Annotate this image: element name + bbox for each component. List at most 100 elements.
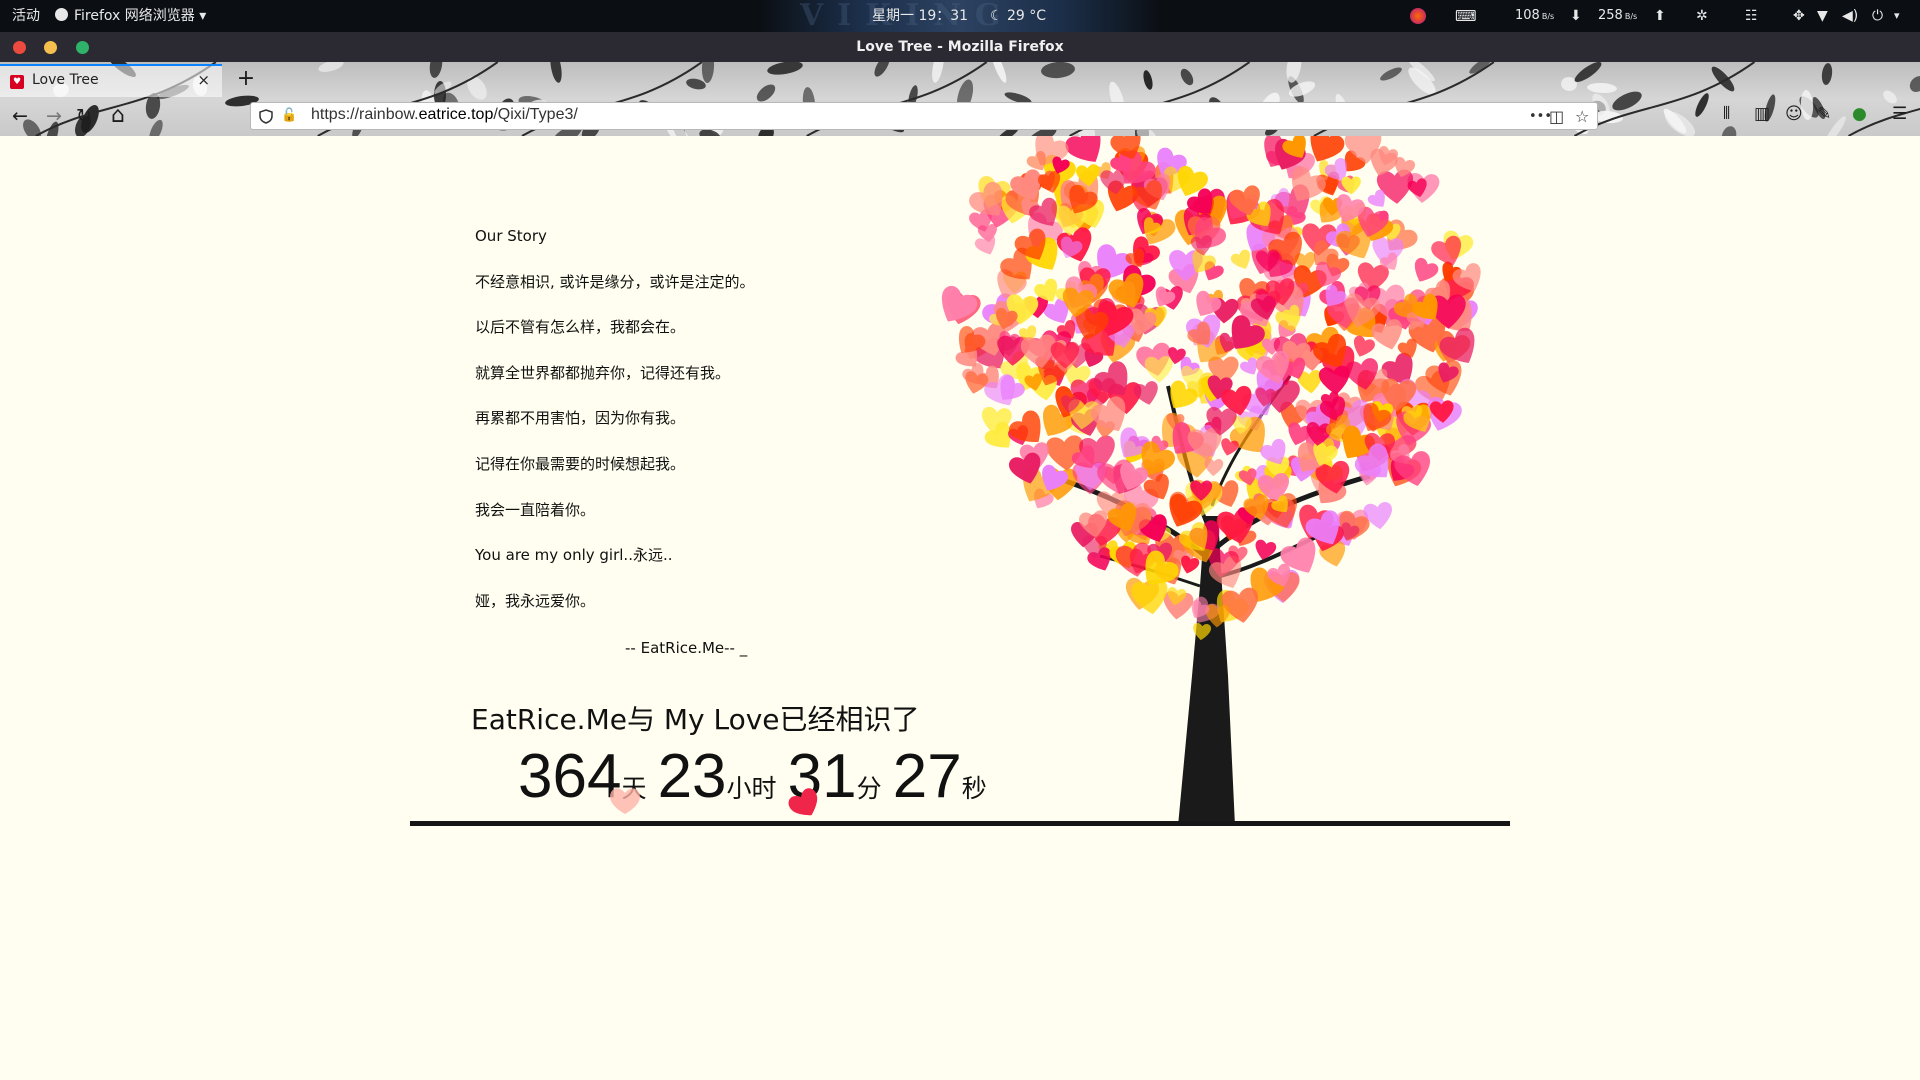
story-line: 我会一直陪着你。 xyxy=(475,500,596,519)
theme-leaf xyxy=(318,62,344,72)
seconds-unit: 秒 xyxy=(961,774,987,803)
hamburger-menu-icon[interactable]: ☰ xyxy=(1892,104,1907,124)
story-text: Our Story 不经意相识, 或许是缘分，或许是注定的。 以后不管有怎么样，… xyxy=(475,226,755,636)
power-icon[interactable]: ⏻ xyxy=(1872,0,1883,32)
heart-leaf xyxy=(1318,365,1350,395)
flame-app-icon[interactable] xyxy=(1410,8,1426,24)
url-domain: eatrice.top xyxy=(418,106,494,123)
theme-leaf xyxy=(991,62,1007,83)
chevron-down-icon: ▾ xyxy=(194,8,207,24)
close-tab-icon[interactable]: × xyxy=(197,71,210,89)
story-line: 就算全世界都都抛弃你，记得还有我。 xyxy=(475,363,731,382)
theme-leaf xyxy=(550,62,562,83)
chevron-down-icon[interactable]: ▾ xyxy=(1894,0,1900,32)
tab-love-tree[interactable]: ♥ Love Tree × xyxy=(0,64,222,97)
system-top-bar: VIKING 活动 Firefox 网络浏览器 ▾ 星期一 19：31 ☾ 29… xyxy=(0,0,1920,32)
net-down-value: 108 xyxy=(1515,8,1540,23)
net-up-unit: B/s xyxy=(1624,12,1638,21)
heart-leaf xyxy=(1414,257,1439,282)
theme-leaf xyxy=(1721,126,1737,136)
extension-icon[interactable]: ✲ xyxy=(1696,0,1708,32)
theme-leaf xyxy=(1587,82,1617,94)
love-counter: 364天 23小时 31分 27秒 xyxy=(518,741,993,812)
heart-leaf xyxy=(1204,458,1224,476)
net-down-unit: B/s xyxy=(1541,12,1555,21)
window-title: Love Tree - Mozilla Firefox xyxy=(856,39,1064,55)
url-text[interactable]: https://rainbow.eatrice.top/Qixi/Type3/ xyxy=(311,106,578,124)
tracking-shield-icon[interactable] xyxy=(259,109,273,124)
story-line: 娅，我永远爱你。 xyxy=(475,591,596,610)
seconds-value: 27 xyxy=(892,742,962,811)
addon-badge-icon[interactable]: ● xyxy=(1852,104,1867,124)
theme-leaf xyxy=(1286,62,1302,83)
theme-leaf xyxy=(1180,68,1194,86)
page-content: Our Story 不经意相识, 或许是缘分，或许是注定的。 以后不管有怎么样，… xyxy=(0,136,1920,1080)
heart-leaf xyxy=(974,234,996,255)
firefox-icon xyxy=(55,8,68,21)
heart-leaf xyxy=(1230,249,1251,269)
activities-button[interactable]: 活动 xyxy=(12,0,40,32)
bookmark-star-icon[interactable]: ☆ xyxy=(1575,107,1589,126)
theme-leaf xyxy=(701,62,715,83)
keyboard-icon[interactable]: ⌨ xyxy=(1455,0,1477,32)
volume-icon[interactable]: ◀) xyxy=(1842,0,1858,32)
arrow-down-icon: ⬇ xyxy=(1570,8,1582,24)
theme-leaf xyxy=(1380,67,1402,81)
favicon-icon: ♥ xyxy=(10,75,24,89)
theme-leaf xyxy=(1821,63,1833,85)
theme-leaf xyxy=(1711,66,1735,92)
pocket-icon[interactable]: ◫ xyxy=(1549,107,1564,126)
insecure-lock-icon[interactable]: 🔓 xyxy=(281,108,297,123)
moon-icon: ☾ xyxy=(990,8,1008,24)
arrow-up-icon: ⬆ xyxy=(1654,8,1666,24)
theme-leaf xyxy=(1909,76,1920,92)
tab-title: Love Tree xyxy=(32,72,99,88)
menu-icon[interactable]: ☷ xyxy=(1745,0,1758,32)
theme-leaf xyxy=(874,62,890,77)
days-unit: 天 xyxy=(621,774,647,803)
sidebar-icon[interactable]: ▥ xyxy=(1754,104,1770,124)
new-tab-button[interactable]: + xyxy=(232,64,260,94)
minutes-value: 31 xyxy=(787,742,857,811)
counter-title: EatRice.Me与 My Love已经相识了 xyxy=(471,703,920,736)
days-value: 364 xyxy=(518,742,622,811)
minutes-unit: 分 xyxy=(856,774,882,803)
theme-leaf xyxy=(1041,62,1075,79)
story-heading: Our Story xyxy=(475,227,547,245)
net-down-speed: 108 B/s xyxy=(1515,0,1554,32)
theme-leaf xyxy=(149,119,163,136)
net-up-speed: 258 B/s xyxy=(1598,0,1637,32)
app-menu-label: Firefox 网络浏览器 xyxy=(74,8,195,24)
hours-unit: 小时 xyxy=(726,774,777,803)
theme-leaf xyxy=(1574,62,1602,83)
url-scheme: https://rainbow. xyxy=(311,106,419,123)
story-line: 以后不管有怎么样，我都会在。 xyxy=(475,318,686,337)
browser-toolbar: ♥ Love Tree × + ← → ↻ ⌂ 🔓 https://rainbo… xyxy=(0,62,1920,136)
extension-puzzle-icon[interactable]: ✎ xyxy=(1817,104,1831,124)
net-up-value: 258 xyxy=(1598,8,1623,23)
clock[interactable]: 星期一 19：31 xyxy=(872,0,968,32)
wifi-icon[interactable]: ▼ xyxy=(1817,0,1828,32)
theme-leaf xyxy=(1695,93,1709,117)
weather[interactable]: ☾ 29 °C xyxy=(990,0,1046,32)
story-line: 再累都不用害怕，因为你有我。 xyxy=(475,409,686,428)
ground-line xyxy=(410,821,1510,826)
theme-leaf xyxy=(767,62,803,75)
url-path: /Qixi/Type3/ xyxy=(493,106,578,123)
story-line: 不经意相识, 或许是缘分，或许是注定的。 xyxy=(475,272,755,291)
network-icon[interactable]: ✥ xyxy=(1793,0,1805,32)
url-bar[interactable]: 🔓 https://rainbow.eatrice.top/Qixi/Type3… xyxy=(250,102,1598,130)
library-icon[interactable]: ⫴ xyxy=(1723,104,1730,124)
love-tree-illustration xyxy=(941,136,1481,826)
signature: -- EatRice.Me-- _ xyxy=(625,639,748,657)
reload-button[interactable]: ↻ xyxy=(70,102,98,130)
account-icon[interactable]: ☺ xyxy=(1785,104,1803,124)
weather-temp: 29 °C xyxy=(1007,8,1047,24)
forward-button[interactable]: → xyxy=(40,102,68,130)
theme-leaf xyxy=(429,62,443,78)
heart-leaf xyxy=(941,285,978,322)
app-menu[interactable]: Firefox 网络浏览器 ▾ xyxy=(55,0,206,32)
home-button[interactable]: ⌂ xyxy=(104,102,132,130)
back-button[interactable]: ← xyxy=(6,102,34,130)
theme-vine xyxy=(1848,107,1920,136)
